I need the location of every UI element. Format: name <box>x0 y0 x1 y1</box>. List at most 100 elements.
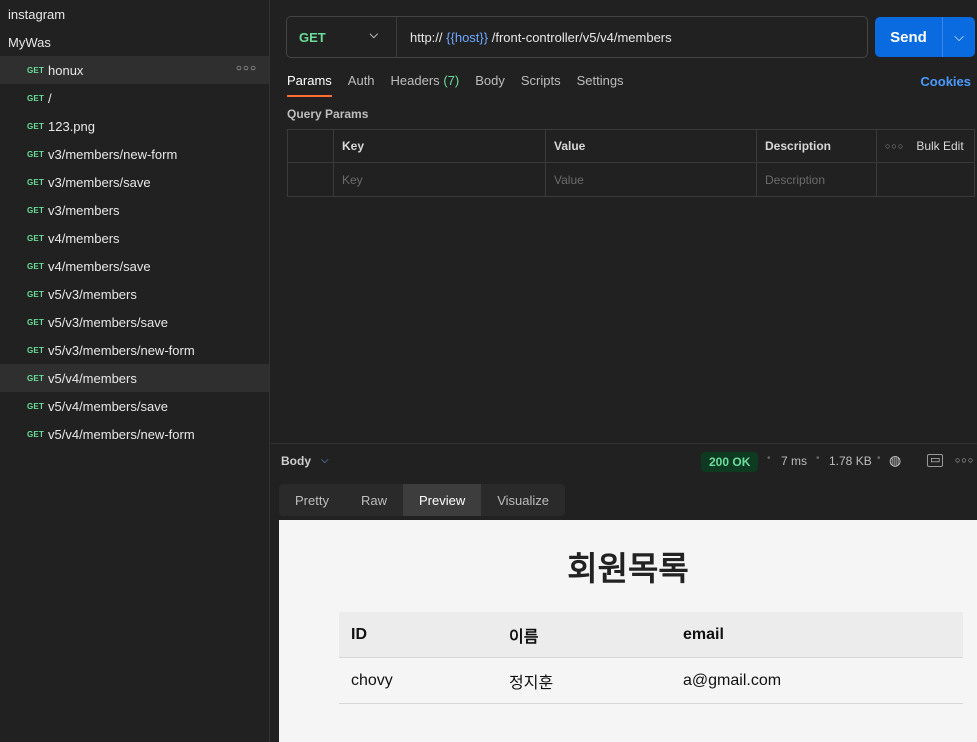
method-badge: GET <box>27 289 45 299</box>
tab-settings[interactable]: Settings <box>577 73 624 97</box>
response-bar: Body ⌵ 200 OK • 7 ms • 1.78 KB • ◍ ▭ ○○○ <box>271 443 977 477</box>
more-horizontal-icon[interactable]: ○○○ <box>955 455 974 465</box>
table-row: chovy 정지훈 a@gmail.com <box>339 658 963 704</box>
cookies-link[interactable]: Cookies <box>920 74 971 89</box>
url-prefix: http:// <box>410 29 443 45</box>
response-body-label[interactable]: Body <box>281 454 311 468</box>
method-badge: GET <box>27 401 45 411</box>
chevron-down-icon: ⌵ <box>369 29 378 41</box>
column-header-description: Description <box>757 130 877 162</box>
request-name: v5/v3/members/save <box>48 314 168 330</box>
request-item[interactable]: GET v4/members/save <box>0 252 269 280</box>
table-header-row: Key Value Description ○○○ Bulk Edit <box>288 130 974 163</box>
column-header-name: 이름 <box>509 628 539 646</box>
method-select[interactable]: GET ⌵ <box>287 17 397 57</box>
more-horizontal-icon: ○○○ <box>885 141 905 151</box>
tab-pretty[interactable]: Pretty <box>279 484 345 516</box>
request-item[interactable]: GET v5/v4/members/save <box>0 392 269 420</box>
tab-visualize[interactable]: Visualize <box>481 484 565 516</box>
request-item[interactable]: GET v3/members <box>0 196 269 224</box>
tab-params[interactable]: Params <box>287 73 332 97</box>
send-button[interactable]: Send <box>875 17 942 57</box>
collection-label: MyWas <box>8 34 51 50</box>
column-header-value: Value <box>546 130 757 162</box>
request-name: v4/members <box>48 230 120 246</box>
cell-id: chovy <box>351 671 393 689</box>
cell-email: a@gmail.com <box>683 671 782 689</box>
sidebar: instagram MyWas GET honux ○○○ GET / GET 12… <box>0 0 270 742</box>
response-time[interactable]: 7 ms <box>781 454 807 468</box>
request-name: honux <box>48 62 84 78</box>
preview-title: 회원목록 <box>567 549 689 588</box>
request-item[interactable]: GET v5/v3/members <box>0 280 269 308</box>
request-item-selected[interactable]: GET v5/v4/members <box>0 364 269 392</box>
headers-count: (7) <box>443 73 460 88</box>
method-badge: GET <box>27 93 45 103</box>
response-view-tabs: Pretty Raw Preview Visualize <box>279 484 566 516</box>
method-badge: GET <box>27 205 45 215</box>
send-options-button[interactable]: ⌵ <box>942 17 975 57</box>
request-name: v5/v3/members/new-form <box>48 342 195 358</box>
separator-dot: • <box>767 453 771 464</box>
column-header-key: Key <box>334 130 546 162</box>
request-name: v3/members <box>48 202 120 218</box>
tab-scripts[interactable]: Scripts <box>521 73 561 97</box>
column-header-id: ID <box>351 625 367 643</box>
request-name: v4/members/save <box>48 258 151 274</box>
method-badge: GET <box>27 149 45 159</box>
cell-name: 정지훈 <box>509 674 554 692</box>
method-badge: GET <box>27 177 45 187</box>
method-badge: GET <box>27 429 45 439</box>
members-table: ID 이름 email chovy 정지훈 a@gmail.com <box>339 612 963 704</box>
description-input[interactable]: Description <box>757 163 877 196</box>
collection-mywas[interactable]: MyWas <box>0 28 269 56</box>
request-name: v5/v3/members <box>48 286 137 302</box>
response-size[interactable]: 1.78 KB <box>829 454 872 468</box>
tab-auth[interactable]: Auth <box>348 73 375 97</box>
request-name: v5/v4/members/new-form <box>48 426 195 442</box>
request-item[interactable]: GET honux ○○○ <box>0 56 269 84</box>
row-actions-cell <box>877 163 974 196</box>
save-response-icon[interactable]: ▭ <box>927 454 944 467</box>
method-badge: GET <box>27 261 45 271</box>
bulk-edit-button[interactable]: ○○○ Bulk Edit <box>877 130 974 162</box>
tab-body[interactable]: Body <box>475 73 505 97</box>
response-preview: 회원목록 ID 이름 email chovy 정지훈 a@gmail.com <box>279 520 977 742</box>
method-badge: GET <box>27 345 45 355</box>
request-item[interactable]: GET v5/v4/members/new-form <box>0 420 269 448</box>
request-item[interactable]: GET v5/v3/members/new-form <box>0 336 269 364</box>
url-variable: {{host}} <box>446 29 489 45</box>
query-params-title: Query Params <box>287 107 369 121</box>
query-params-table: Key Value Description ○○○ Bulk Edit Key V… <box>287 129 975 197</box>
request-item[interactable]: GET v4/members <box>0 224 269 252</box>
more-horizontal-icon[interactable]: ○○○ <box>236 63 257 74</box>
request-item[interactable]: GET 123.png <box>0 112 269 140</box>
tab-preview[interactable]: Preview <box>402 484 482 516</box>
request-item[interactable]: GET v3/members/save <box>0 168 269 196</box>
status-badge[interactable]: 200 OK <box>701 452 759 472</box>
request-name: v5/v4/members/save <box>48 398 168 414</box>
globe-icon[interactable]: ◍ <box>889 452 901 469</box>
chevron-down-icon[interactable]: ⌵ <box>321 455 329 466</box>
bulk-edit-label: Bulk Edit <box>916 139 964 153</box>
tab-headers[interactable]: Headers (7) <box>391 73 460 97</box>
column-header-email: email <box>683 625 724 643</box>
request-item[interactable]: GET v3/members/new-form <box>0 140 269 168</box>
request-name: 123.png <box>48 118 95 134</box>
request-editor: GET ⌵ http:// {{host}} /front-controller… <box>271 0 977 742</box>
value-input[interactable]: Value <box>546 163 757 196</box>
chevron-down-icon: ⌵ <box>954 29 964 44</box>
tab-headers-label: Headers <box>390 73 440 88</box>
key-input[interactable]: Key <box>334 163 546 196</box>
checkbox-column <box>288 130 334 162</box>
url-input[interactable]: http:// {{host}} /front-controller/v5/v4… <box>397 30 672 45</box>
table-header-row: ID 이름 email <box>339 612 963 658</box>
url-bar: GET ⌵ http:// {{host}} /front-controller… <box>286 16 868 58</box>
request-item[interactable]: GET v5/v3/members/save <box>0 308 269 336</box>
request-name: v5/v4/members <box>48 370 137 386</box>
request-item[interactable]: GET / <box>0 84 269 112</box>
collection-label: instagram <box>8 6 66 22</box>
tab-raw[interactable]: Raw <box>345 484 403 516</box>
method-badge: GET <box>27 65 45 75</box>
collection-instagram[interactable]: instagram <box>0 0 269 28</box>
